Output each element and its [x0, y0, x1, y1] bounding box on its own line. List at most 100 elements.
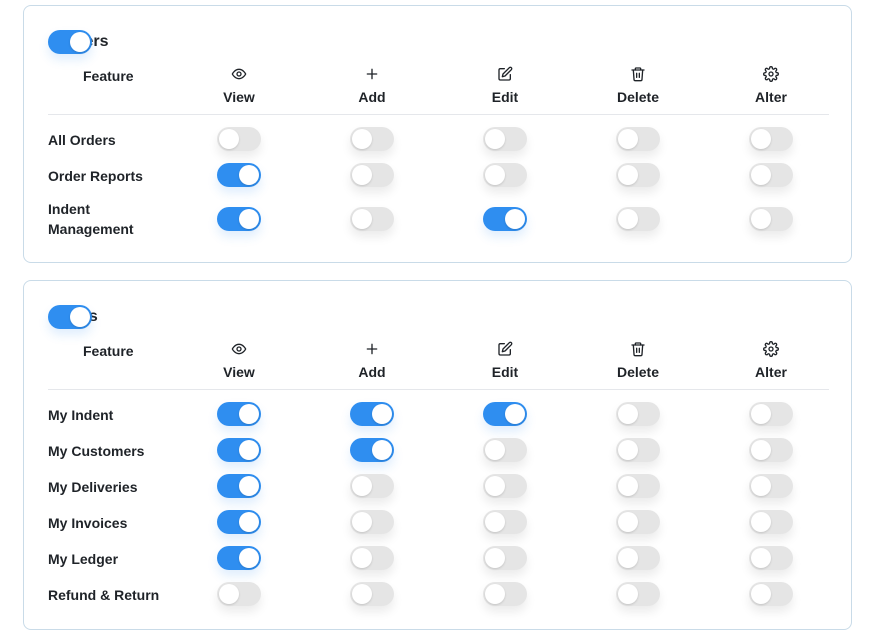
toggle-knob — [219, 584, 239, 604]
toggle-delete[interactable] — [616, 510, 660, 534]
column-header-delete: Delete — [598, 66, 678, 105]
toggle-delete[interactable] — [616, 163, 660, 187]
row-label: Order Reports — [48, 168, 143, 184]
toggle-knob — [372, 404, 392, 424]
column-header-delete: Delete — [598, 341, 678, 380]
toggle-view[interactable] — [217, 582, 261, 606]
toggle-alter[interactable] — [749, 207, 793, 231]
toggle-view[interactable] — [217, 207, 261, 231]
toggle-add[interactable] — [350, 582, 394, 606]
toggle-view[interactable] — [217, 510, 261, 534]
toggle-knob — [239, 476, 259, 496]
toggle-edit[interactable] — [483, 546, 527, 570]
column-label: View — [223, 89, 255, 105]
toggle-add[interactable] — [350, 438, 394, 462]
toggle-delete[interactable] — [616, 402, 660, 426]
gear-icon — [731, 341, 811, 357]
toggle-add[interactable] — [350, 207, 394, 231]
toggle-knob — [239, 209, 259, 229]
toggle-add[interactable] — [350, 546, 394, 570]
toggle-knob — [505, 209, 525, 229]
toggle-edit[interactable] — [483, 163, 527, 187]
toggle-knob — [618, 404, 638, 424]
toggle-delete[interactable] — [616, 546, 660, 570]
toggle-knob — [70, 32, 90, 52]
toggle-knob — [239, 512, 259, 532]
feature-column-header: Feature — [83, 343, 134, 359]
toggle-edit[interactable] — [483, 402, 527, 426]
column-label: Edit — [491, 89, 519, 105]
toggle-knob — [751, 584, 771, 604]
row-label: My Deliveries — [48, 479, 138, 495]
toggle-edit[interactable] — [483, 127, 527, 151]
toggle-knob — [618, 476, 638, 496]
toggle-alter[interactable] — [749, 474, 793, 498]
toggle-add[interactable] — [350, 474, 394, 498]
toggle-add[interactable] — [350, 402, 394, 426]
toggle-view[interactable] — [217, 402, 261, 426]
trash-icon — [598, 66, 678, 82]
toggle-edit[interactable] — [483, 207, 527, 231]
toggle-knob — [751, 512, 771, 532]
toggle-add[interactable] — [350, 510, 394, 534]
toggle-knob — [618, 440, 638, 460]
toggle-knob — [352, 165, 372, 185]
toggle-knob — [352, 548, 372, 568]
toggle-alter[interactable] — [749, 127, 793, 151]
column-label: Alter — [755, 89, 787, 105]
toggle-knob — [751, 209, 771, 229]
toggle-alter[interactable] — [749, 402, 793, 426]
toggle-edit[interactable] — [483, 510, 527, 534]
toggle-edit[interactable] — [483, 474, 527, 498]
toggle-knob — [505, 404, 525, 424]
toggle-knob — [618, 165, 638, 185]
section-toggle-orders[interactable] — [48, 30, 92, 54]
toggle-knob — [751, 165, 771, 185]
toggle-knob — [485, 440, 505, 460]
column-header-alter: Alter — [731, 66, 811, 105]
toggle-knob — [618, 512, 638, 532]
section-toggle-sales[interactable] — [48, 305, 92, 329]
row-label: My Ledger — [48, 551, 119, 567]
toggle-add[interactable] — [350, 127, 394, 151]
orders-permission-card: Orders Feature View Add Edit Delete Alte… — [23, 5, 852, 263]
toggle-view[interactable] — [217, 438, 261, 462]
toggle-knob — [485, 548, 505, 568]
toggle-view[interactable] — [217, 474, 261, 498]
sales-permission-card: Sales Feature View Add Edit Delete Alter… — [23, 280, 852, 630]
toggle-alter[interactable] — [749, 546, 793, 570]
row-label: My Invoices — [48, 515, 128, 531]
toggle-add[interactable] — [350, 163, 394, 187]
toggle-delete[interactable] — [616, 582, 660, 606]
toggle-view[interactable] — [217, 546, 261, 570]
toggle-alter[interactable] — [749, 438, 793, 462]
toggle-view[interactable] — [217, 127, 261, 151]
toggle-edit[interactable] — [483, 582, 527, 606]
toggle-knob — [352, 476, 372, 496]
toggle-knob — [485, 512, 505, 532]
toggle-alter[interactable] — [749, 582, 793, 606]
edit-icon — [465, 66, 545, 82]
toggle-knob — [239, 440, 259, 460]
column-label: Delete — [616, 89, 660, 105]
toggle-delete[interactable] — [616, 438, 660, 462]
trash-icon — [598, 341, 678, 357]
toggle-knob — [70, 307, 90, 327]
toggle-edit[interactable] — [483, 438, 527, 462]
toggle-view[interactable] — [217, 163, 261, 187]
toggle-knob — [751, 404, 771, 424]
toggle-knob — [618, 129, 638, 149]
toggle-alter[interactable] — [749, 510, 793, 534]
column-header-add: Add — [332, 341, 412, 380]
eye-icon — [199, 66, 279, 82]
column-header-view: View — [199, 341, 279, 380]
toggle-knob — [352, 512, 372, 532]
toggle-delete[interactable] — [616, 127, 660, 151]
row-label: My Customers — [48, 443, 145, 459]
toggle-alter[interactable] — [749, 163, 793, 187]
toggle-delete[interactable] — [616, 474, 660, 498]
eye-icon — [199, 341, 279, 357]
gear-icon — [731, 66, 811, 82]
toggle-delete[interactable] — [616, 207, 660, 231]
toggle-knob — [751, 129, 771, 149]
